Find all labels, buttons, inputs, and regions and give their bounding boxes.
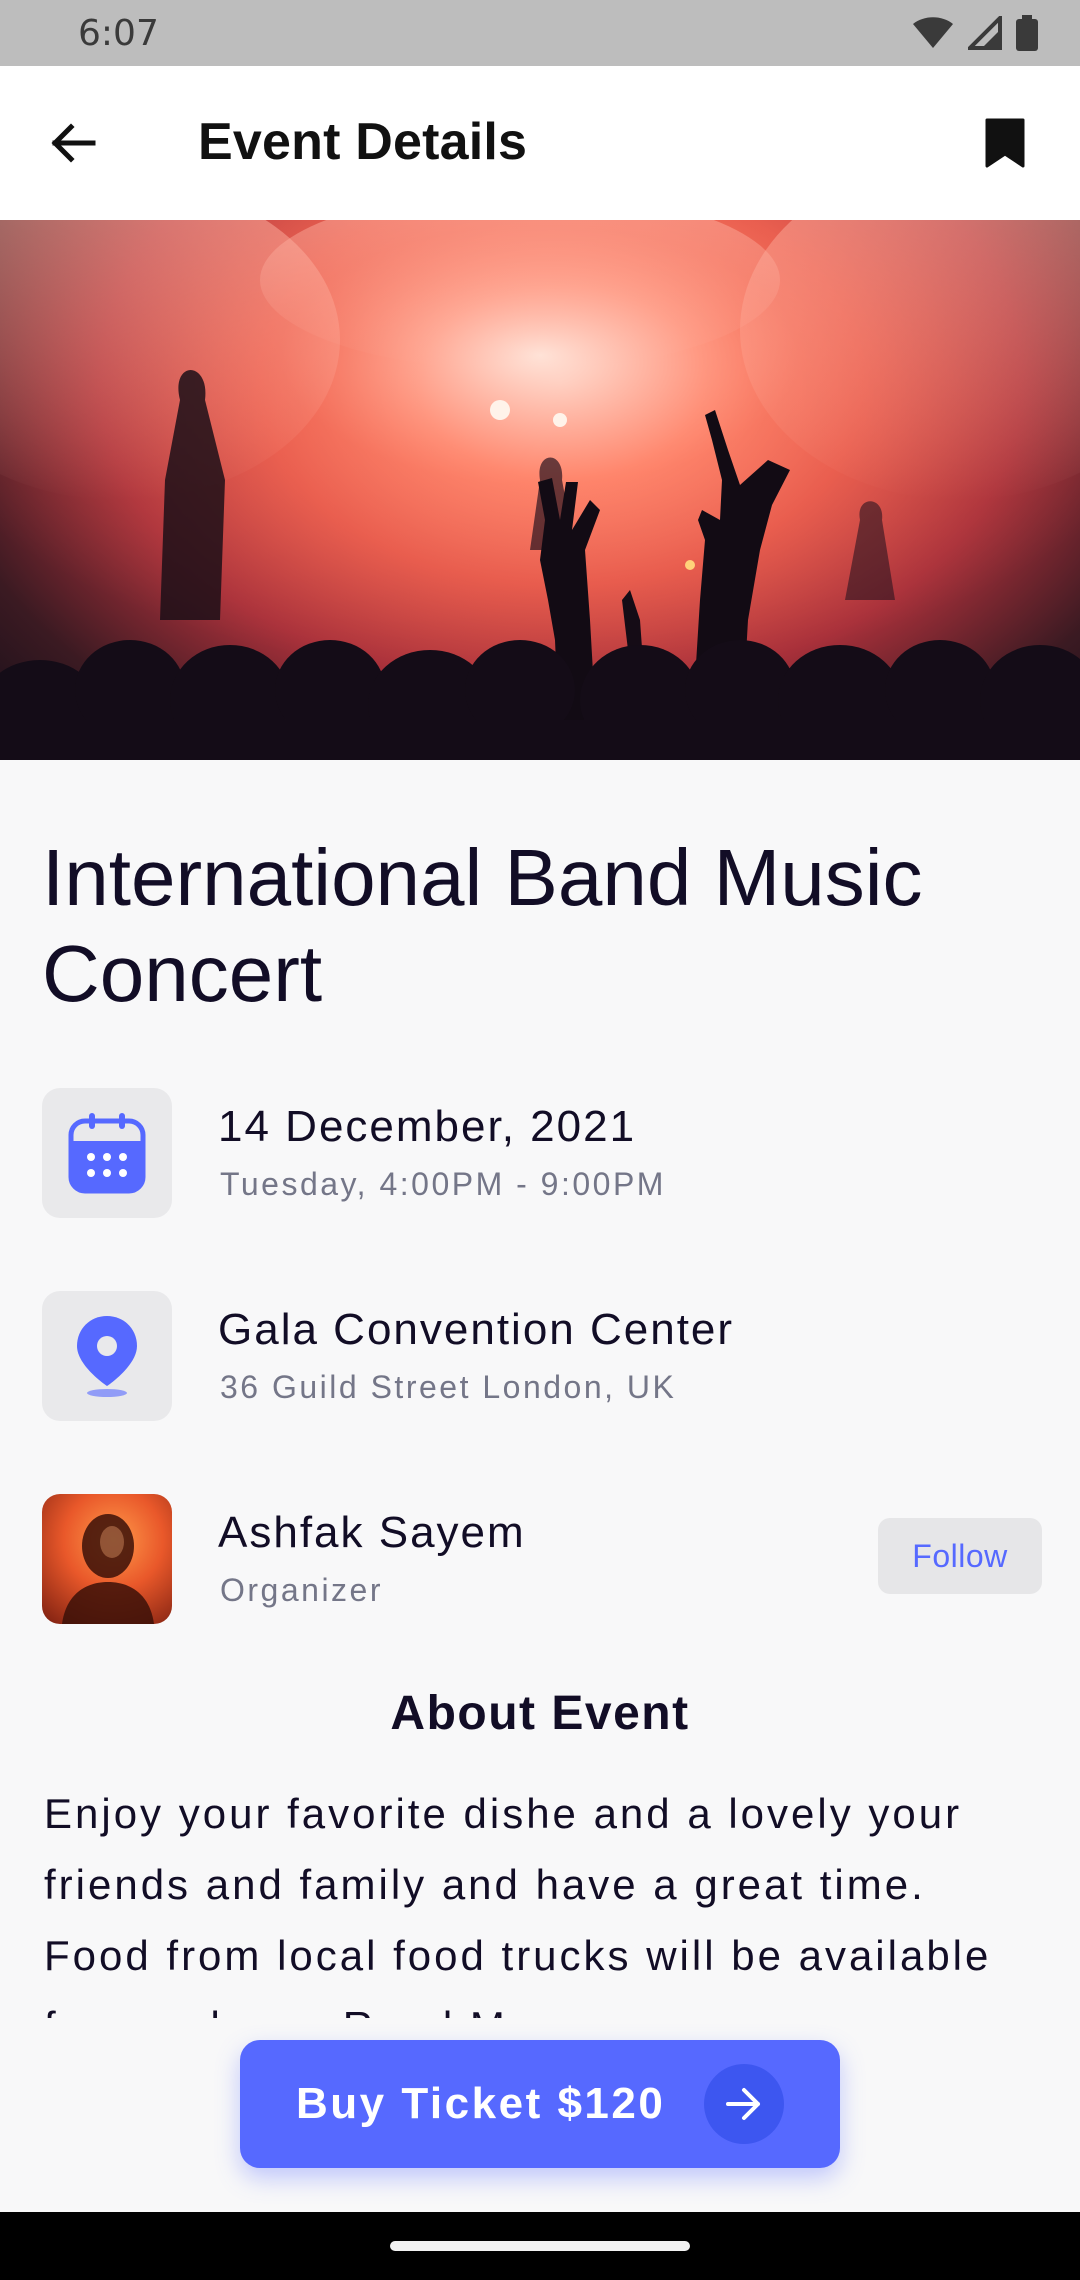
status-icons [912, 15, 1038, 51]
app-bar: Event Details [0, 66, 1080, 220]
calendar-icon [68, 1113, 146, 1194]
venue-address: 36 Guild Street London, UK [220, 1369, 677, 1405]
event-details-screen: 6:07 Event Details International Band Mu… [0, 0, 1080, 2280]
organizer-portrait [62, 1514, 154, 1624]
about-event-heading: About Event [390, 1687, 690, 1740]
bookmark-icon [985, 118, 1025, 168]
event-title: International Band Music Concert [42, 833, 923, 1018]
event-cover-image [0, 220, 1080, 760]
about-event-text: Enjoy your favorite dishe and a lovely y… [44, 1790, 992, 2018]
venue-name: Gala Convention Center [218, 1305, 735, 1354]
follow-button[interactable]: Follow [878, 1518, 1042, 1594]
organizer-name: Ashfak Sayem [218, 1508, 526, 1557]
event-date: 14 December, 2021 [218, 1102, 637, 1151]
location-tile [42, 1291, 172, 1421]
event-location-row[interactable]: Gala Convention Center 36 Guild Street L… [42, 1291, 1042, 1421]
concert-crowd-illustration [0, 220, 1080, 760]
status-bar: 6:07 [0, 0, 1080, 66]
buy-ticket-label: Buy Ticket $120 [296, 2079, 666, 2128]
organizer-role: Organizer [220, 1572, 383, 1608]
status-time: 6:07 [78, 12, 159, 54]
organizer-avatar[interactable] [42, 1494, 172, 1624]
buy-arrow-circle [704, 2064, 784, 2144]
arrow-right-icon [726, 2088, 760, 2120]
home-gesture-handle[interactable] [390, 2241, 690, 2251]
calendar-tile [42, 1088, 172, 1218]
arrow-left-icon [51, 123, 96, 163]
wifi-icon [913, 17, 953, 48]
back-button[interactable] [40, 110, 106, 176]
event-date-row: 14 December, 2021 Tuesday, 4:00PM - 9:00… [42, 1088, 1042, 1218]
organizer-row: Ashfak Sayem Organizer Follow [42, 1494, 1042, 1624]
bookmark-button[interactable] [972, 110, 1038, 176]
event-time: Tuesday, 4:00PM - 9:00PM [220, 1166, 666, 1202]
buy-ticket-button[interactable]: Buy Ticket $120 [240, 2040, 840, 2168]
page-title: Event Details [198, 113, 528, 171]
battery-icon [1016, 15, 1038, 51]
location-pin-icon [77, 1316, 137, 1397]
system-navigation-bar [0, 2212, 1080, 2280]
signal-icon [968, 16, 1002, 50]
